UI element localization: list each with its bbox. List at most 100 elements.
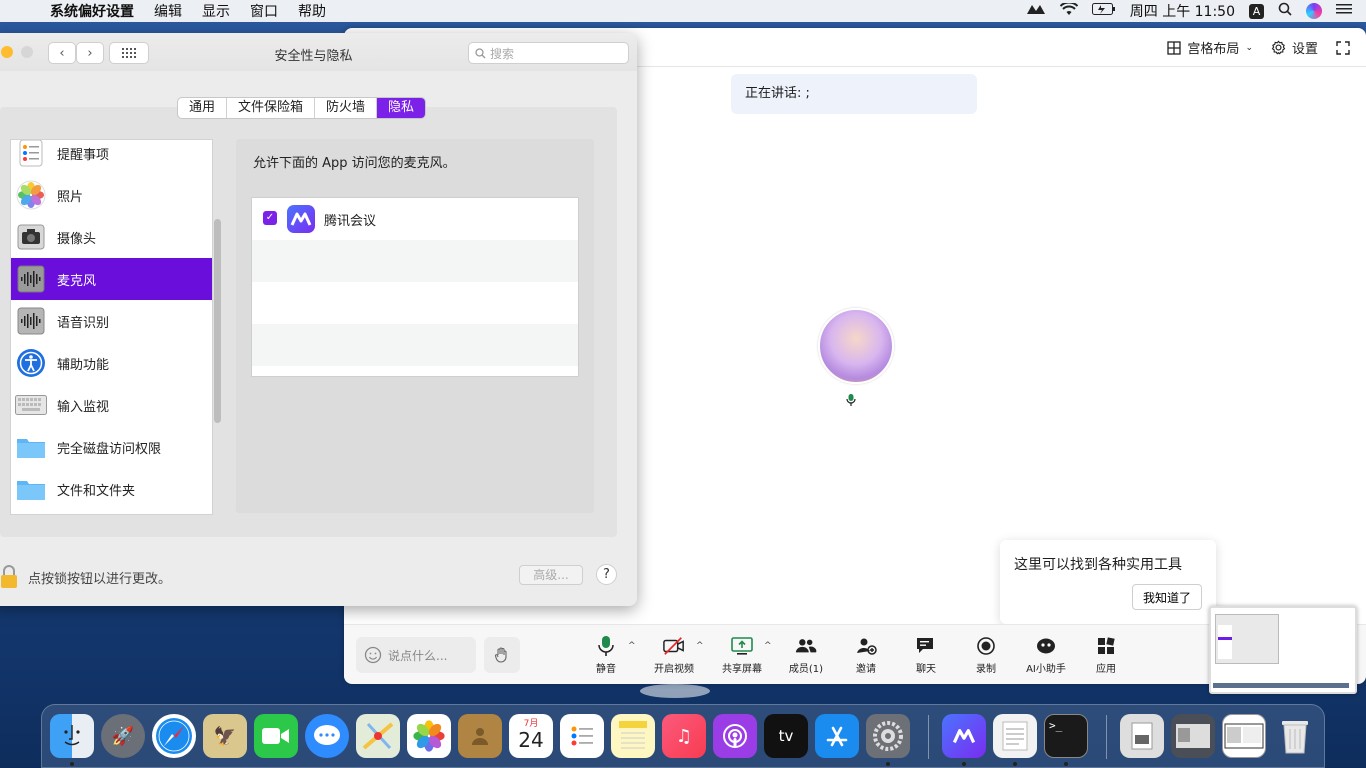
thumbnail-dock: [1213, 683, 1349, 688]
launchpad-icon[interactable]: 🚀: [101, 714, 145, 758]
screenshot-thumbnail[interactable]: [1209, 606, 1357, 694]
members-icon: [795, 635, 817, 657]
trash-icon[interactable]: [1273, 714, 1317, 758]
menu-window[interactable]: 窗口: [240, 1, 288, 21]
sidebar-item-label: 语音识别: [57, 315, 110, 331]
textedit-icon[interactable]: [993, 714, 1037, 758]
sidebar-scrollbar[interactable]: [214, 219, 221, 423]
siri-icon[interactable]: [1306, 3, 1322, 19]
ai-assistant-label: AI小助手: [1026, 664, 1066, 675]
ai-assistant-button[interactable]: AI小助手: [1018, 635, 1074, 679]
menu-edit[interactable]: 编辑: [144, 1, 192, 21]
terminal-icon[interactable]: >_: [1044, 714, 1088, 758]
settings-label: 设置: [1291, 42, 1318, 57]
sidebar-item-speech-recognition[interactable]: 语音识别: [11, 300, 212, 342]
video-options-chevron-icon[interactable]: ^: [696, 641, 704, 651]
members-button[interactable]: 成员(1): [778, 635, 834, 679]
grid-layout-button[interactable]: 宫格布局 ⌄: [1167, 38, 1253, 57]
podcasts-icon[interactable]: [713, 714, 757, 758]
sidebar-item-microphone[interactable]: 麦克风: [11, 258, 212, 300]
menu-help[interactable]: 帮助: [288, 1, 336, 21]
empty-row: [252, 240, 578, 282]
tab-privacy[interactable]: 隐私: [377, 98, 426, 118]
sidebar-item-reminders[interactable]: 提醒事项: [11, 140, 212, 174]
photos-dock-icon[interactable]: [407, 714, 451, 758]
sidebar-item-label: 照片: [57, 189, 84, 205]
tooltip-text: 这里可以找到各种实用工具: [1014, 557, 1182, 573]
invite-button[interactable]: 邀请: [838, 635, 894, 679]
notes-icon[interactable]: [611, 714, 655, 758]
calendar-day: 24: [518, 728, 544, 752]
contacts-icon[interactable]: [458, 714, 502, 758]
start-video-button[interactable]: 开启视频: [646, 635, 702, 679]
mute-button[interactable]: 静音: [578, 635, 634, 679]
wifi-icon[interactable]: [1059, 1, 1078, 20]
tab-filevault[interactable]: 文件保险箱: [227, 98, 316, 118]
music-icon[interactable]: ♫: [662, 714, 706, 758]
advanced-button[interactable]: 高级...: [519, 565, 583, 585]
apps-tooltip: 这里可以找到各种实用工具 我知道了: [1000, 540, 1216, 634]
mail-stamp-icon[interactable]: 🦅: [203, 714, 247, 758]
photos-icon: [15, 179, 47, 211]
record-button[interactable]: 录制: [958, 635, 1014, 679]
sidebar-item-files-and-folders[interactable]: 文件和文件夹: [11, 468, 212, 510]
app-store-icon[interactable]: [815, 714, 859, 758]
settings-button[interactable]: 设置: [1271, 38, 1318, 57]
sidebar-item-full-disk-access[interactable]: 完全磁盘访问权限: [11, 426, 212, 468]
participant-avatar[interactable]: [818, 308, 894, 384]
menu-app-name[interactable]: 系统偏好设置: [40, 1, 144, 21]
ai-assistant-icon: [1035, 635, 1057, 657]
desktop-screenshot-icon[interactable]: [1222, 714, 1266, 758]
reminders-icon: [15, 140, 47, 169]
lock-icon[interactable]: [0, 565, 18, 589]
got-it-button[interactable]: 我知道了: [1131, 584, 1202, 610]
sidebar-item-label: 输入监视: [57, 399, 110, 415]
raise-hand-button[interactable]: [484, 637, 520, 673]
input-method-icon[interactable]: A: [1249, 3, 1264, 19]
system-preferences-icon[interactable]: [866, 714, 910, 758]
help-button[interactable]: ?: [596, 564, 617, 585]
thumbnail-selection: [1218, 637, 1232, 640]
mute-options-chevron-icon[interactable]: ^: [628, 641, 636, 651]
share-options-chevron-icon[interactable]: ^: [764, 641, 772, 651]
sidebar-item-photos[interactable]: 照片: [11, 174, 212, 216]
accessibility-icon: [15, 347, 47, 379]
share-screen-button[interactable]: 共享屏幕: [714, 635, 770, 679]
clock[interactable]: 周四 上午 11:50: [1130, 1, 1235, 21]
reminders-dock-icon[interactable]: [560, 714, 604, 758]
privacy-category-list: 提醒事项 照片 摄像头 麦克风 语音识别 辅助功能 输入监视 完全磁盘访问权限 …: [10, 139, 213, 515]
sidebar-item-label: 辅助功能: [57, 357, 110, 373]
facetime-icon[interactable]: [254, 714, 298, 758]
finder-icon[interactable]: [50, 714, 94, 758]
tencent-meeting-status-icon[interactable]: [1026, 3, 1046, 19]
spotlight-search-icon[interactable]: [1278, 2, 1292, 20]
sidebar-item-camera[interactable]: 摄像头: [11, 216, 212, 258]
app-permission-checkbox[interactable]: ✓: [263, 211, 277, 225]
chat-button[interactable]: 聊天: [898, 635, 954, 679]
search-input[interactable]: 搜索: [468, 42, 629, 64]
apple-tv-icon[interactable]: tv: [764, 714, 808, 758]
sidebar-item-accessibility[interactable]: 辅助功能: [11, 342, 212, 384]
battery-icon[interactable]: [1091, 3, 1116, 19]
safari-icon[interactable]: [152, 714, 196, 758]
messages-icon[interactable]: [305, 714, 349, 758]
menu-view[interactable]: 显示: [192, 1, 240, 21]
apps-button[interactable]: 应用: [1078, 635, 1134, 679]
screenshot-window-icon[interactable]: [1171, 714, 1215, 758]
tab-general[interactable]: 通用: [178, 98, 228, 118]
camera-icon: [15, 221, 47, 253]
document-preview-icon[interactable]: [1120, 714, 1164, 758]
lock-text: 点按锁按钮以进行更改。: [28, 571, 172, 587]
fullscreen-button[interactable]: [1336, 40, 1350, 55]
tab-firewall[interactable]: 防火墙: [315, 98, 378, 118]
control-center-icon[interactable]: [1336, 3, 1352, 19]
calendar-icon[interactable]: 7月 24: [509, 714, 553, 758]
sidebar-item-input-monitoring[interactable]: 输入监视: [11, 384, 212, 426]
emoji-icon[interactable]: [364, 646, 382, 664]
tencent-meeting-dock-icon[interactable]: [942, 714, 986, 758]
app-row: ✓ 腾讯会议: [252, 198, 578, 240]
status-area: 周四 上午 11:50 A: [1026, 1, 1366, 21]
maps-icon[interactable]: [356, 714, 400, 758]
folder-icon: [15, 473, 47, 505]
chat-input[interactable]: 说点什么...: [356, 637, 476, 673]
